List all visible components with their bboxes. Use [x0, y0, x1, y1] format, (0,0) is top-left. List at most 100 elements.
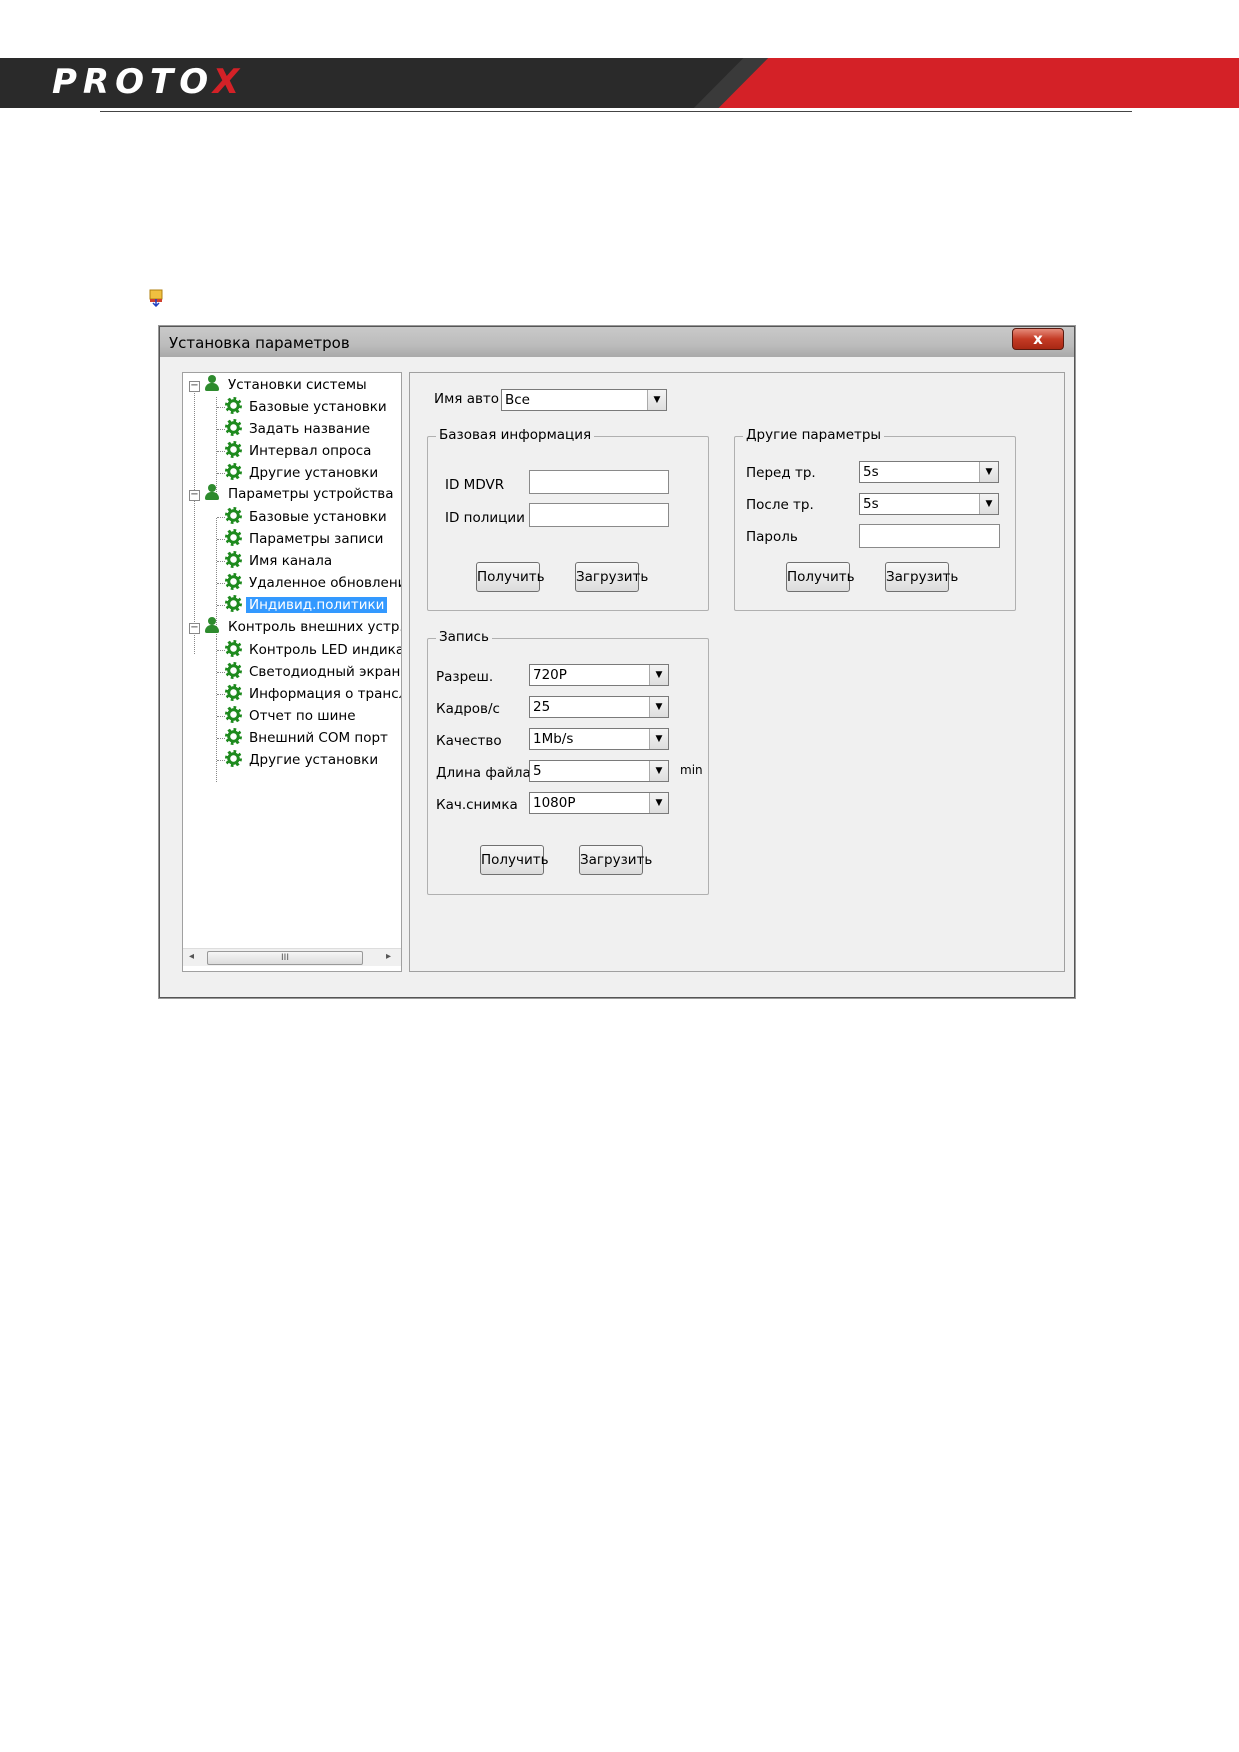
mdvr-id-label: ID MDVR	[445, 477, 505, 493]
record-group: Запись Разреш. 720P ▼ Кадров/с 25 ▼ Каче…	[427, 629, 709, 895]
tree-item-selected[interactable]: Индивид.политики	[225, 594, 388, 616]
record-get-button[interactable]: Получить	[480, 845, 549, 875]
password-input[interactable]	[859, 524, 1000, 548]
tree-connector	[194, 389, 195, 654]
chevron-down-icon: ▼	[647, 390, 666, 410]
tree-item[interactable]: Базовые установки	[225, 396, 390, 418]
chevron-down-icon: ▼	[649, 665, 668, 685]
post-trigger-select[interactable]: 5s ▼	[859, 493, 999, 515]
chevron-down-icon: ▼	[979, 494, 998, 514]
file-length-select[interactable]: 5 ▼	[529, 760, 669, 782]
other-params-legend: Другие параметры	[743, 427, 885, 443]
other-get-button[interactable]: Получить	[786, 562, 855, 592]
settings-window: Установка параметров x − Установки систе…	[159, 326, 1075, 998]
tree-horizontal-scrollbar[interactable]: ◂ III ▸	[183, 948, 401, 966]
scroll-left-icon[interactable]: ◂	[189, 951, 194, 962]
tree-group-external[interactable]: Контроль внешних устр.	[203, 616, 401, 638]
file-length-label: Длина файла	[436, 765, 531, 781]
tree-connector	[216, 397, 217, 496]
tree-item[interactable]: Базовые установки	[225, 506, 390, 528]
pre-trigger-select[interactable]: 5s ▼	[859, 461, 999, 483]
collapse-toggle[interactable]: −	[189, 490, 200, 501]
gear-icon	[225, 529, 242, 546]
chevron-down-icon: ▼	[649, 793, 668, 813]
tree-item[interactable]: Светодиодный экран	[225, 661, 401, 683]
tree-item[interactable]: Имя канала	[225, 550, 335, 572]
resolution-value: 720P	[533, 667, 567, 683]
collapse-toggle[interactable]: −	[189, 381, 200, 392]
resolution-select[interactable]: 720P ▼	[529, 664, 669, 686]
file-length-unit: min	[680, 763, 703, 777]
basic-load-button[interactable]: Загрузить	[575, 562, 648, 592]
fps-select[interactable]: 25 ▼	[529, 696, 669, 718]
chevron-down-icon: ▼	[649, 729, 668, 749]
snapshot-quality-label: Кач.снимка	[436, 797, 518, 813]
snapshot-quality-value: 1080P	[533, 795, 576, 811]
fps-value: 25	[533, 699, 551, 715]
tree-group-device[interactable]: Параметры устройства	[203, 483, 397, 505]
quality-label: Качество	[436, 733, 502, 749]
header-rule	[100, 111, 1132, 112]
settings-small-icon	[149, 289, 163, 307]
tree-item[interactable]: Информация о трансло	[225, 683, 401, 705]
settings-tree: − Установки системы Базовые установки За…	[182, 372, 402, 972]
record-legend: Запись	[436, 629, 492, 645]
quality-select[interactable]: 1Mb/s ▼	[529, 728, 669, 750]
scroll-right-icon[interactable]: ▸	[386, 951, 391, 962]
window-titlebar[interactable]: Установка параметров x	[160, 327, 1074, 357]
tree-item[interactable]: Другие установки	[225, 462, 381, 484]
password-label: Пароль	[746, 529, 798, 545]
chevron-down-icon: ▼	[979, 462, 998, 482]
user-group-icon	[203, 616, 221, 634]
tree-item[interactable]: Задать название	[225, 418, 373, 440]
gear-icon	[225, 640, 242, 657]
snapshot-quality-select[interactable]: 1080P ▼	[529, 792, 669, 814]
tree-item[interactable]: Внешний COM порт	[225, 727, 391, 749]
basic-get-button[interactable]: Получить	[476, 562, 545, 592]
tree-item[interactable]: Параметры записи	[225, 528, 386, 550]
record-load-button[interactable]: Загрузить	[579, 845, 652, 875]
gear-icon	[225, 397, 242, 414]
resolution-label: Разреш.	[436, 669, 494, 685]
post-trigger-label: После тр.	[746, 497, 814, 513]
gear-icon	[225, 507, 242, 524]
gear-icon	[225, 662, 242, 679]
tree-item[interactable]: Удаленное обновление	[225, 572, 401, 594]
police-id-label: ID полиции	[445, 510, 525, 526]
user-group-icon	[203, 483, 221, 501]
settings-panel: Имя авто Все ▼ Базовая информация ID MDV…	[409, 372, 1065, 972]
basic-info-group: Базовая информация ID MDVR ID полиции По…	[427, 427, 709, 611]
fps-label: Кадров/с	[436, 701, 500, 717]
gear-icon	[225, 573, 242, 590]
mdvr-id-input[interactable]	[529, 470, 669, 494]
window-title: Установка параметров	[169, 334, 350, 352]
post-trigger-value: 5s	[863, 496, 879, 512]
car-name-select[interactable]: Все ▼	[501, 389, 667, 411]
user-group-icon	[203, 374, 221, 392]
chevron-down-icon: ▼	[649, 697, 668, 717]
basic-info-legend: Базовая информация	[436, 427, 595, 443]
protox-logo: PROTOX	[52, 62, 246, 102]
police-id-input[interactable]	[529, 503, 669, 527]
pre-trigger-value: 5s	[863, 464, 879, 480]
file-length-value: 5	[533, 763, 542, 779]
car-name-value: Все	[505, 392, 530, 408]
other-params-group: Другие параметры Перед тр. 5s ▼ После тр…	[734, 427, 1016, 611]
tree-item[interactable]: Контроль LED индикац	[225, 639, 401, 661]
gear-icon	[225, 684, 242, 701]
car-name-label: Имя авто	[434, 391, 500, 407]
tree-item[interactable]: Интервал опроса	[225, 440, 374, 462]
tree-item[interactable]: Другие установки	[225, 749, 381, 771]
close-button[interactable]: x	[1012, 328, 1064, 350]
tree-group-system[interactable]: Установки системы	[203, 374, 370, 396]
gear-icon	[225, 463, 242, 480]
other-load-button[interactable]: Загрузить	[885, 562, 958, 592]
scroll-thumb[interactable]: III	[207, 951, 363, 965]
gear-icon	[225, 441, 242, 458]
collapse-toggle[interactable]: −	[189, 623, 200, 634]
tree-item[interactable]: Отчет по шине	[225, 705, 359, 727]
gear-icon	[225, 551, 242, 568]
chevron-down-icon: ▼	[649, 761, 668, 781]
quality-value: 1Mb/s	[533, 731, 574, 747]
gear-icon	[225, 419, 242, 436]
